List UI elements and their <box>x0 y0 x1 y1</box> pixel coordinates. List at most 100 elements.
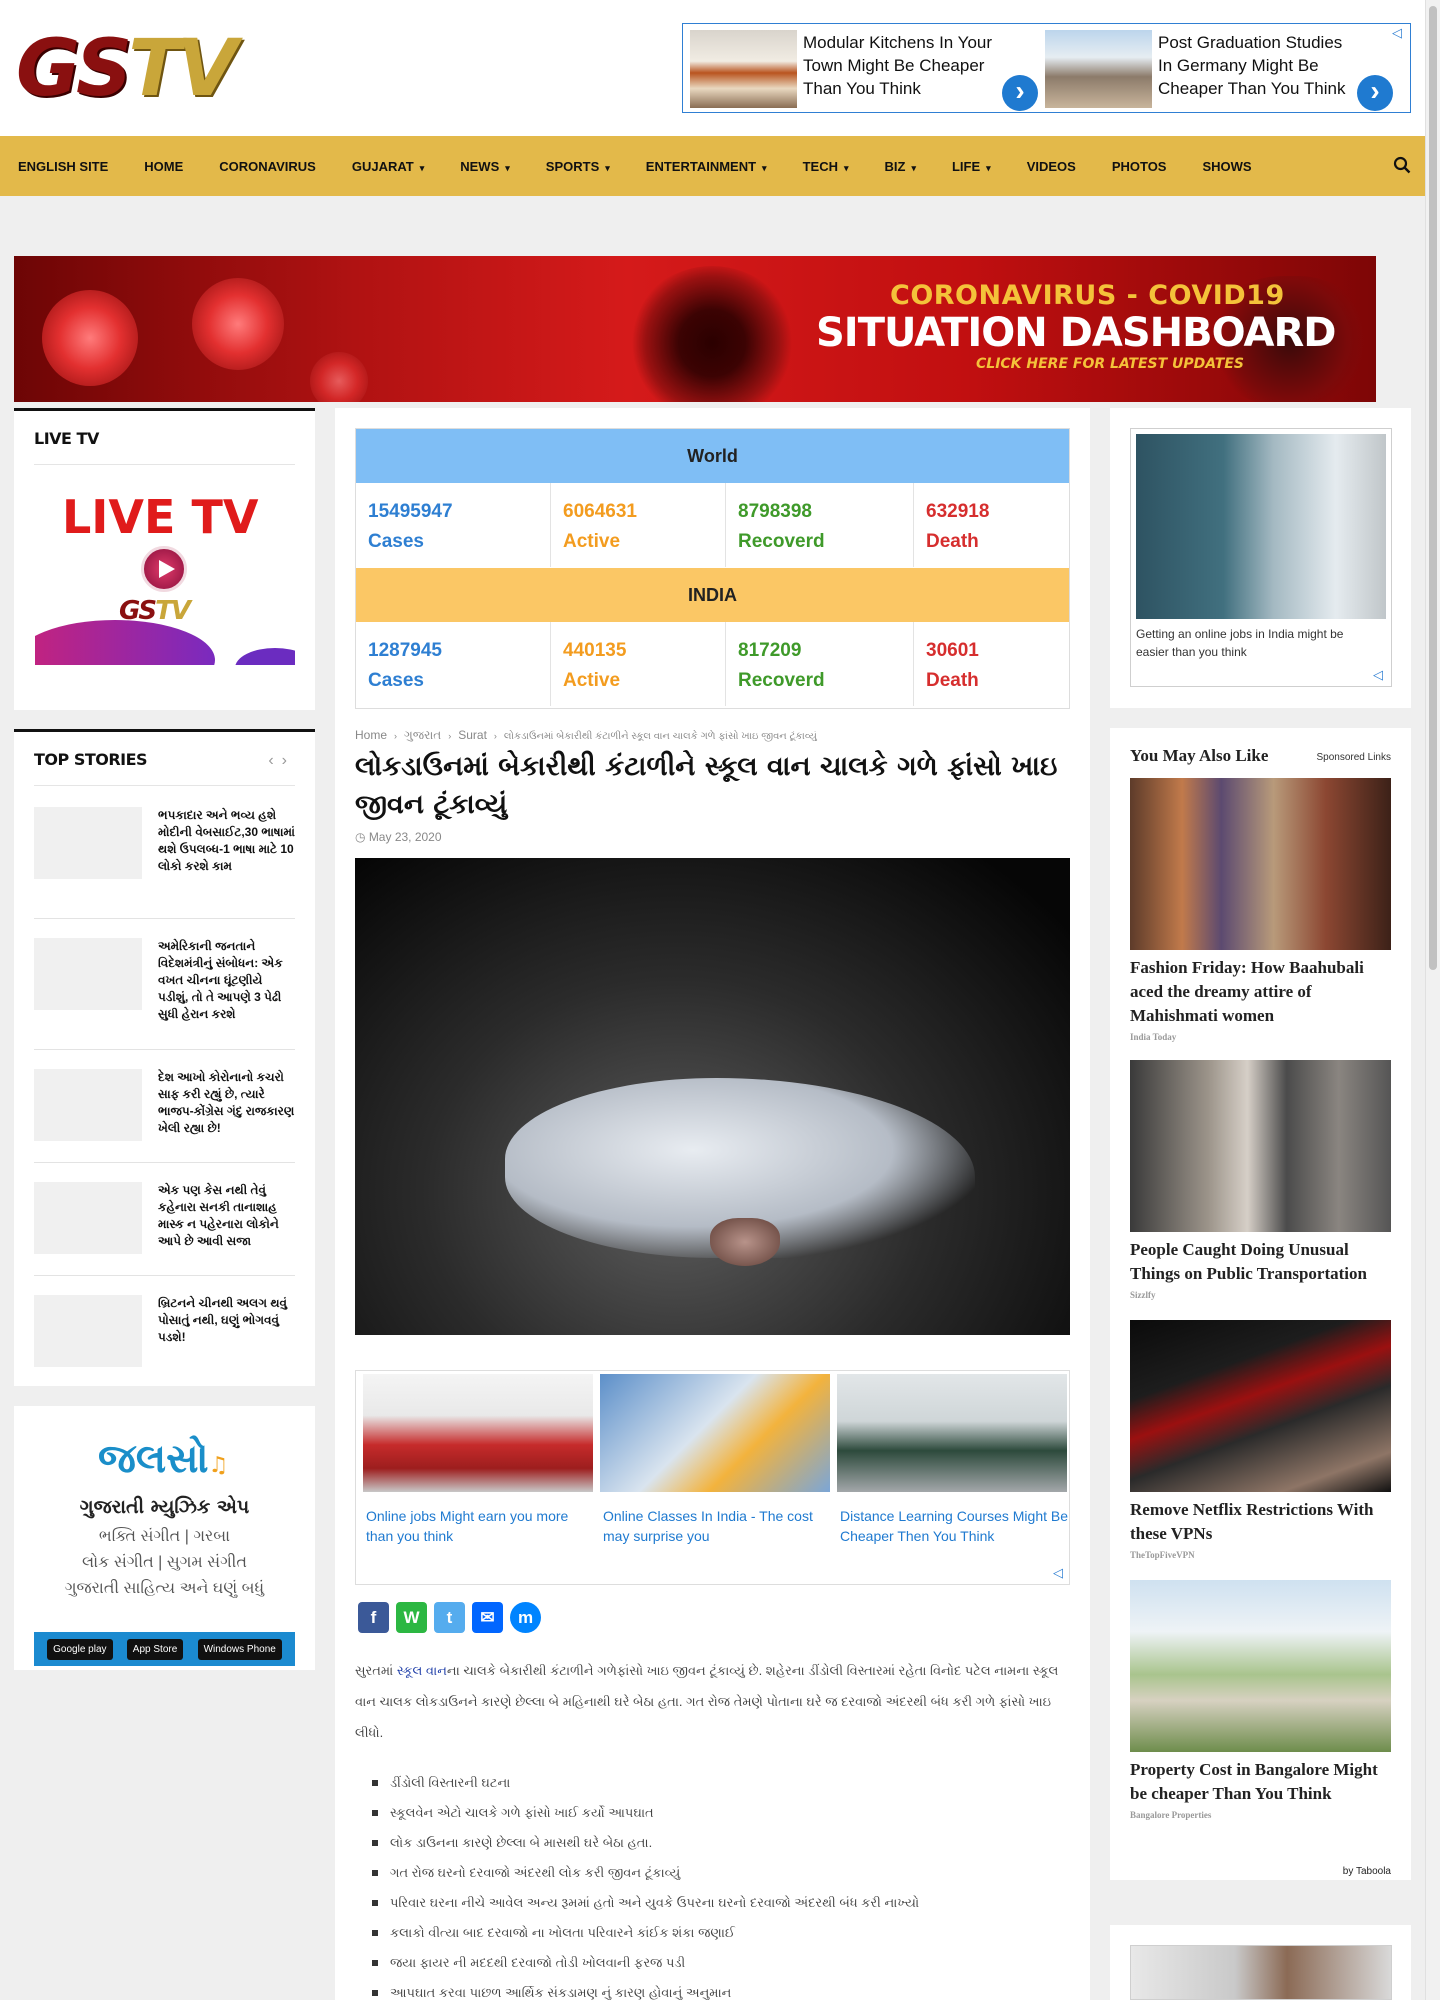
breadcrumb-gujarat[interactable]: ગુજરાત <box>404 728 441 742</box>
taboola-item[interactable]: People Caught Doing Unusual Things on Pu… <box>1130 1060 1391 1300</box>
mid-ad-caption[interactable]: Online Classes In India - The cost may s… <box>600 1506 832 1546</box>
nav-item-news[interactable]: NEWS ▾ <box>460 159 510 174</box>
taboola-title[interactable]: Property Cost in Bangalore Might be chea… <box>1130 1758 1391 1806</box>
story-item[interactable]: દેશ આખો કોરોનાનો કચરો સાફ કરી રહ્યું છે,… <box>34 1069 295 1141</box>
email-share-button[interactable]: ✉ <box>472 1602 503 1633</box>
live-tv-title: LIVE TV <box>34 429 99 448</box>
whatsapp-share-button[interactable]: W <box>396 1602 427 1633</box>
nav-item-home[interactable]: HOME <box>144 159 183 174</box>
music-app-promo[interactable]: જલસો♫ ગુજરાતી મ્યુઝિક એપ ભક્તિ સંગીત | ગ… <box>14 1406 315 1670</box>
stat-value: 30601 <box>926 640 979 661</box>
article-date: ◷ May 23, 2020 <box>355 830 442 844</box>
twitter-share-button[interactable]: t <box>434 1602 465 1633</box>
header-ad-germany[interactable]: Post Graduation Studies In Germany Might… <box>1041 27 1397 111</box>
nav-item-sports[interactable]: SPORTS ▾ <box>546 159 610 174</box>
facebook-share-button[interactable]: f <box>358 1602 389 1633</box>
ad-arrow-icon[interactable]: › <box>1357 75 1393 111</box>
nav-item-entertainment[interactable]: ENTERTAINMENT ▾ <box>646 159 767 174</box>
virus-graphic <box>310 352 368 402</box>
story-title[interactable]: અમેરિકાની જનતાને વિદેશમંત્રીનું સંબોધન: … <box>158 938 295 1023</box>
mid-ad-caption[interactable]: Distance Learning Courses Might Be Cheap… <box>837 1506 1069 1546</box>
breadcrumb-home[interactable]: Home <box>355 728 387 742</box>
mid-ad-item[interactable]: Online jobs Might earn you more than you… <box>363 1374 595 1546</box>
stat-value: 8798398 <box>738 501 812 522</box>
logo-tv: TV <box>155 596 191 626</box>
nav-item-photos[interactable]: PHOTOS <box>1112 159 1167 174</box>
divider <box>34 464 295 465</box>
header-ad-kitchens[interactable]: Modular Kitchens In Your Town Might Be C… <box>686 27 1042 111</box>
decorative-wave <box>235 648 295 665</box>
story-item[interactable]: બ્રિટનને ચીનથી અલગ થવું પોસાતું નથી, ઘણુ… <box>34 1295 295 1367</box>
chevron-down-icon: ▾ <box>843 162 849 173</box>
story-title[interactable]: બ્રિટનને ચીનથી અલગ થવું પોસાતું નથી, ઘણુ… <box>158 1295 295 1346</box>
online-jobs-ad[interactable]: Getting an online jobs in India might be… <box>1130 428 1392 687</box>
breadcrumb-surat[interactable]: Surat <box>458 728 487 742</box>
adchoices-icon[interactable]: ◁ <box>1053 1566 1067 1580</box>
chevron-right-icon[interactable]: › <box>282 752 295 769</box>
story-thumbnail[interactable] <box>34 938 142 1010</box>
body-link[interactable]: સ્કૂલ વાન <box>397 1663 447 1678</box>
search-icon[interactable] <box>1393 156 1411 174</box>
main-navigation: ENGLISH SITE HOME CORONAVIRUS GUJARAT ▾ NEWS ▾… <box>0 136 1425 196</box>
nav-item-videos[interactable]: VIDEOS <box>1027 159 1076 174</box>
scrollbar-thumb[interactable] <box>1429 6 1437 970</box>
taboola-item[interactable]: Property Cost in Bangalore Might be chea… <box>1130 1580 1391 1820</box>
mid-ad-caption[interactable]: Online jobs Might earn you more than you… <box>363 1506 595 1546</box>
nav-item-label: ENGLISH SITE <box>18 158 109 174</box>
india-stats-row: 1287945 Cases 440135 Active 817209 Recoverd… <box>356 622 1069 706</box>
chevron-left-icon[interactable]: ‹ <box>268 752 281 769</box>
divider <box>34 918 295 919</box>
nav-item-life[interactable]: LIFE ▾ <box>952 159 991 174</box>
taboola-title[interactable]: Remove Netflix Restrictions With these V… <box>1130 1498 1391 1546</box>
nav-item-biz[interactable]: BIZ ▾ <box>885 159 916 174</box>
nav-item-english-site[interactable]: ENGLISH SITE <box>18 159 108 174</box>
story-title[interactable]: એક પણ કેસ નથી તેવું કહેનારા સનકી તાનાશાહ… <box>158 1182 295 1250</box>
page-scrollbar[interactable] <box>1425 0 1440 2000</box>
nav-item-gujarat[interactable]: GUJARAT ▾ <box>352 159 424 174</box>
taboola-title[interactable]: People Caught Doing Unusual Things on Pu… <box>1130 1238 1391 1286</box>
story-item[interactable]: અમેરિકાની જનતાને વિદેશમંત્રીનું સંબોધન: … <box>34 938 295 1028</box>
header-ad-banner[interactable]: Modular Kitchens In Your Town Might Be C… <box>682 23 1411 113</box>
story-item[interactable]: ભપકાદાર અને ભવ્ય હશે મોદીની વેબસાઈટ,30 ભ… <box>34 807 295 897</box>
taboola-item[interactable]: Fashion Friday: How Baahubali aced the d… <box>1130 778 1391 1042</box>
mid-ad-item[interactable]: Online Classes In India - The cost may s… <box>600 1374 832 1546</box>
in-article-ad[interactable]: Online jobs Might earn you more than you… <box>355 1370 1070 1585</box>
live-tv-image[interactable]: LIVE TV GSTV <box>35 490 295 665</box>
adchoices-icon[interactable]: ◁ <box>1392 26 1406 40</box>
nav-item-coronavirus[interactable]: CORONAVIRUS <box>219 159 316 174</box>
play-icon[interactable] <box>141 546 187 592</box>
story-title[interactable]: ભપકાદાર અને ભવ્ય હશે મોદીની વેબસાઈટ,30 ભ… <box>158 807 295 875</box>
taboola-source: Sizzlfy <box>1130 1290 1156 1300</box>
nav-item-label: BIZ <box>884 158 906 174</box>
windows-phone-badge[interactable]: Windows Phone <box>197 1638 282 1660</box>
story-thumbnail[interactable] <box>34 1182 142 1254</box>
adchoices-icon[interactable]: ◁ <box>1373 668 1387 682</box>
bullet-item: પરિવાર ઘરના નીચે આવેલ અન્ય રૂમમાં હતો અન… <box>372 1888 1072 1918</box>
article-date-text: May 23, 2020 <box>368 830 442 844</box>
chevron-right-icon: › <box>394 731 398 741</box>
google-play-badge[interactable]: Google play <box>47 1638 113 1660</box>
taboola-title[interactable]: Fashion Friday: How Baahubali aced the d… <box>1130 956 1391 1028</box>
story-thumbnail[interactable] <box>34 1069 142 1141</box>
covid-dashboard-banner[interactable]: CORONAVIRUS - COVID19 SITUATION DASHBOAR… <box>14 256 1376 402</box>
mid-ad-item[interactable]: Distance Learning Courses Might Be Cheap… <box>837 1374 1069 1546</box>
taboola-item[interactable]: Remove Netflix Restrictions With these V… <box>1130 1320 1391 1560</box>
breadcrumb-current: લોકડાઉનમાં બેકારીથી કંટાળીને સ્કૂલ વાન ચ… <box>503 731 817 742</box>
story-item[interactable]: એક પણ કેસ નથી તેવું કહેનારા સનકી તાનાશાહ… <box>34 1182 295 1254</box>
nav-item-shows[interactable]: SHOWS <box>1202 159 1251 174</box>
stat-label: Active <box>563 531 621 552</box>
story-thumbnail[interactable] <box>34 807 142 879</box>
ad-arrow-icon[interactable]: › <box>1002 75 1038 111</box>
ad-image[interactable] <box>1130 1945 1392 2000</box>
site-logo[interactable]: GSTV <box>16 30 306 108</box>
story-thumbnail[interactable] <box>34 1295 142 1367</box>
taboola-attribution[interactable]: by Taboola <box>1343 1866 1391 1877</box>
messenger-share-button[interactable]: m <box>510 1602 541 1633</box>
nav-item-tech[interactable]: TECH ▾ <box>803 159 849 174</box>
body-text: સુરતમાં <box>355 1663 397 1678</box>
nav-item-label: ENTERTAINMENT <box>645 158 757 174</box>
sponsored-links[interactable]: Sponsored Links <box>1317 752 1392 763</box>
app-store-badge[interactable]: App Store <box>126 1638 184 1660</box>
story-title[interactable]: દેશ આખો કોરોનાનો કચરો સાફ કરી રહ્યું છે,… <box>158 1069 295 1137</box>
taboola-source: India Today <box>1130 1032 1177 1042</box>
